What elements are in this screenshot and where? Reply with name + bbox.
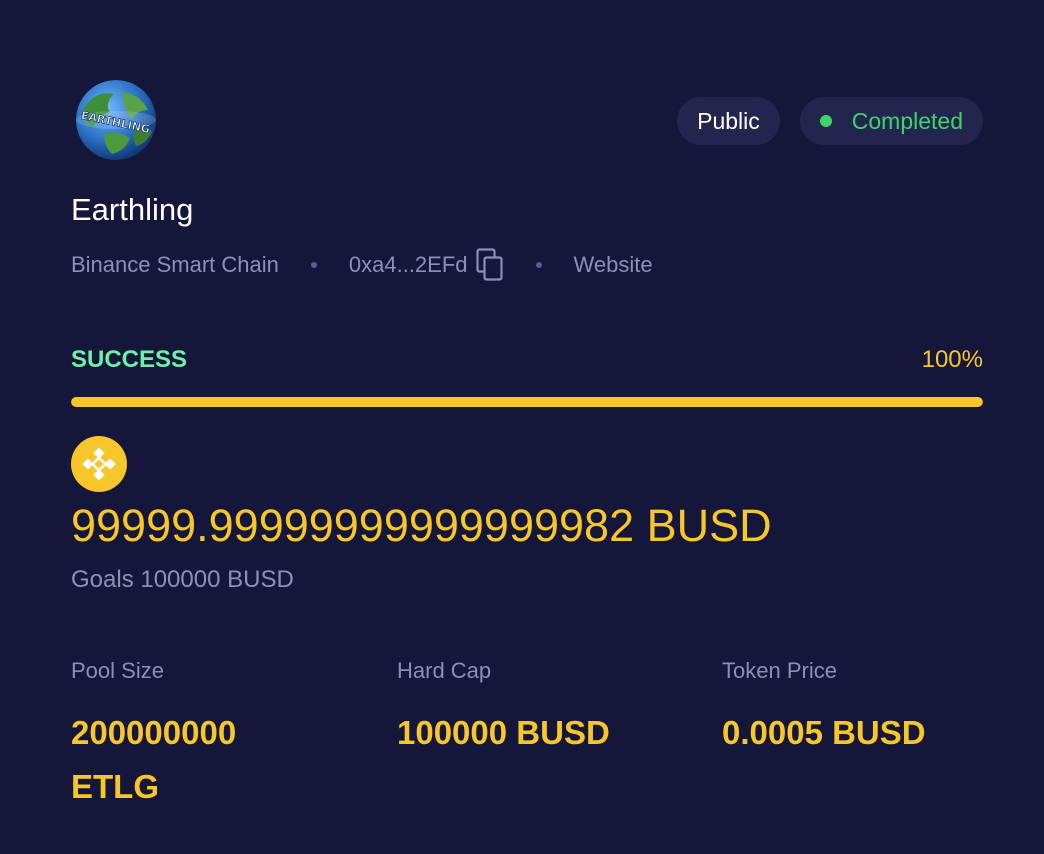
badge-group: Public Completed — [677, 97, 983, 145]
stat-label: Hard Cap — [397, 658, 492, 683]
progress-bar — [71, 397, 983, 407]
stat-label: Token Price — [722, 658, 837, 683]
stat-token-price: Token Price 0.0005 BUSD — [722, 656, 1022, 760]
project-meta: Binance Smart Chain 0xa4...2EFd Website — [71, 246, 653, 284]
presale-card: EARTHLING Public Completed Earthling Bin… — [0, 0, 1044, 854]
contract-address: 0xa4...2EFd — [348, 252, 468, 277]
sale-status-label: SUCCESS — [71, 346, 188, 373]
project-logo: EARTHLING — [74, 80, 158, 160]
copy-icon[interactable] — [475, 248, 504, 282]
status-dot-icon — [819, 115, 832, 127]
public-badge: Public — [677, 97, 780, 145]
binance-coin-icon — [71, 436, 127, 492]
website-link[interactable]: Website — [574, 252, 653, 278]
status-badge: Completed — [799, 97, 983, 145]
stat-value: 0.0005 BUSD — [722, 714, 926, 751]
chain-name: Binance Smart Chain — [71, 252, 279, 277]
goal-amount: Goals 100000 BUSD — [71, 566, 294, 593]
separator-dot — [310, 262, 317, 268]
stat-value: 200000000 ETLG — [71, 714, 237, 805]
stat-pool-size: Pool Size 200000000 ETLG — [71, 656, 371, 814]
stat-label: Pool Size — [71, 658, 164, 683]
stat-hard-cap: Hard Cap 100000 BUSD — [397, 656, 697, 760]
separator-dot — [535, 262, 542, 268]
stat-value: 100000 BUSD — [397, 714, 610, 751]
project-name: Earthling — [71, 192, 194, 227]
progress-bar-fill — [71, 397, 983, 407]
raised-amount: 99999.99999999999999982 BUSD — [71, 500, 772, 551]
progress-percent: 100% — [921, 346, 983, 373]
public-badge-label: Public — [697, 107, 760, 134]
status-badge-label: Completed — [851, 107, 963, 134]
